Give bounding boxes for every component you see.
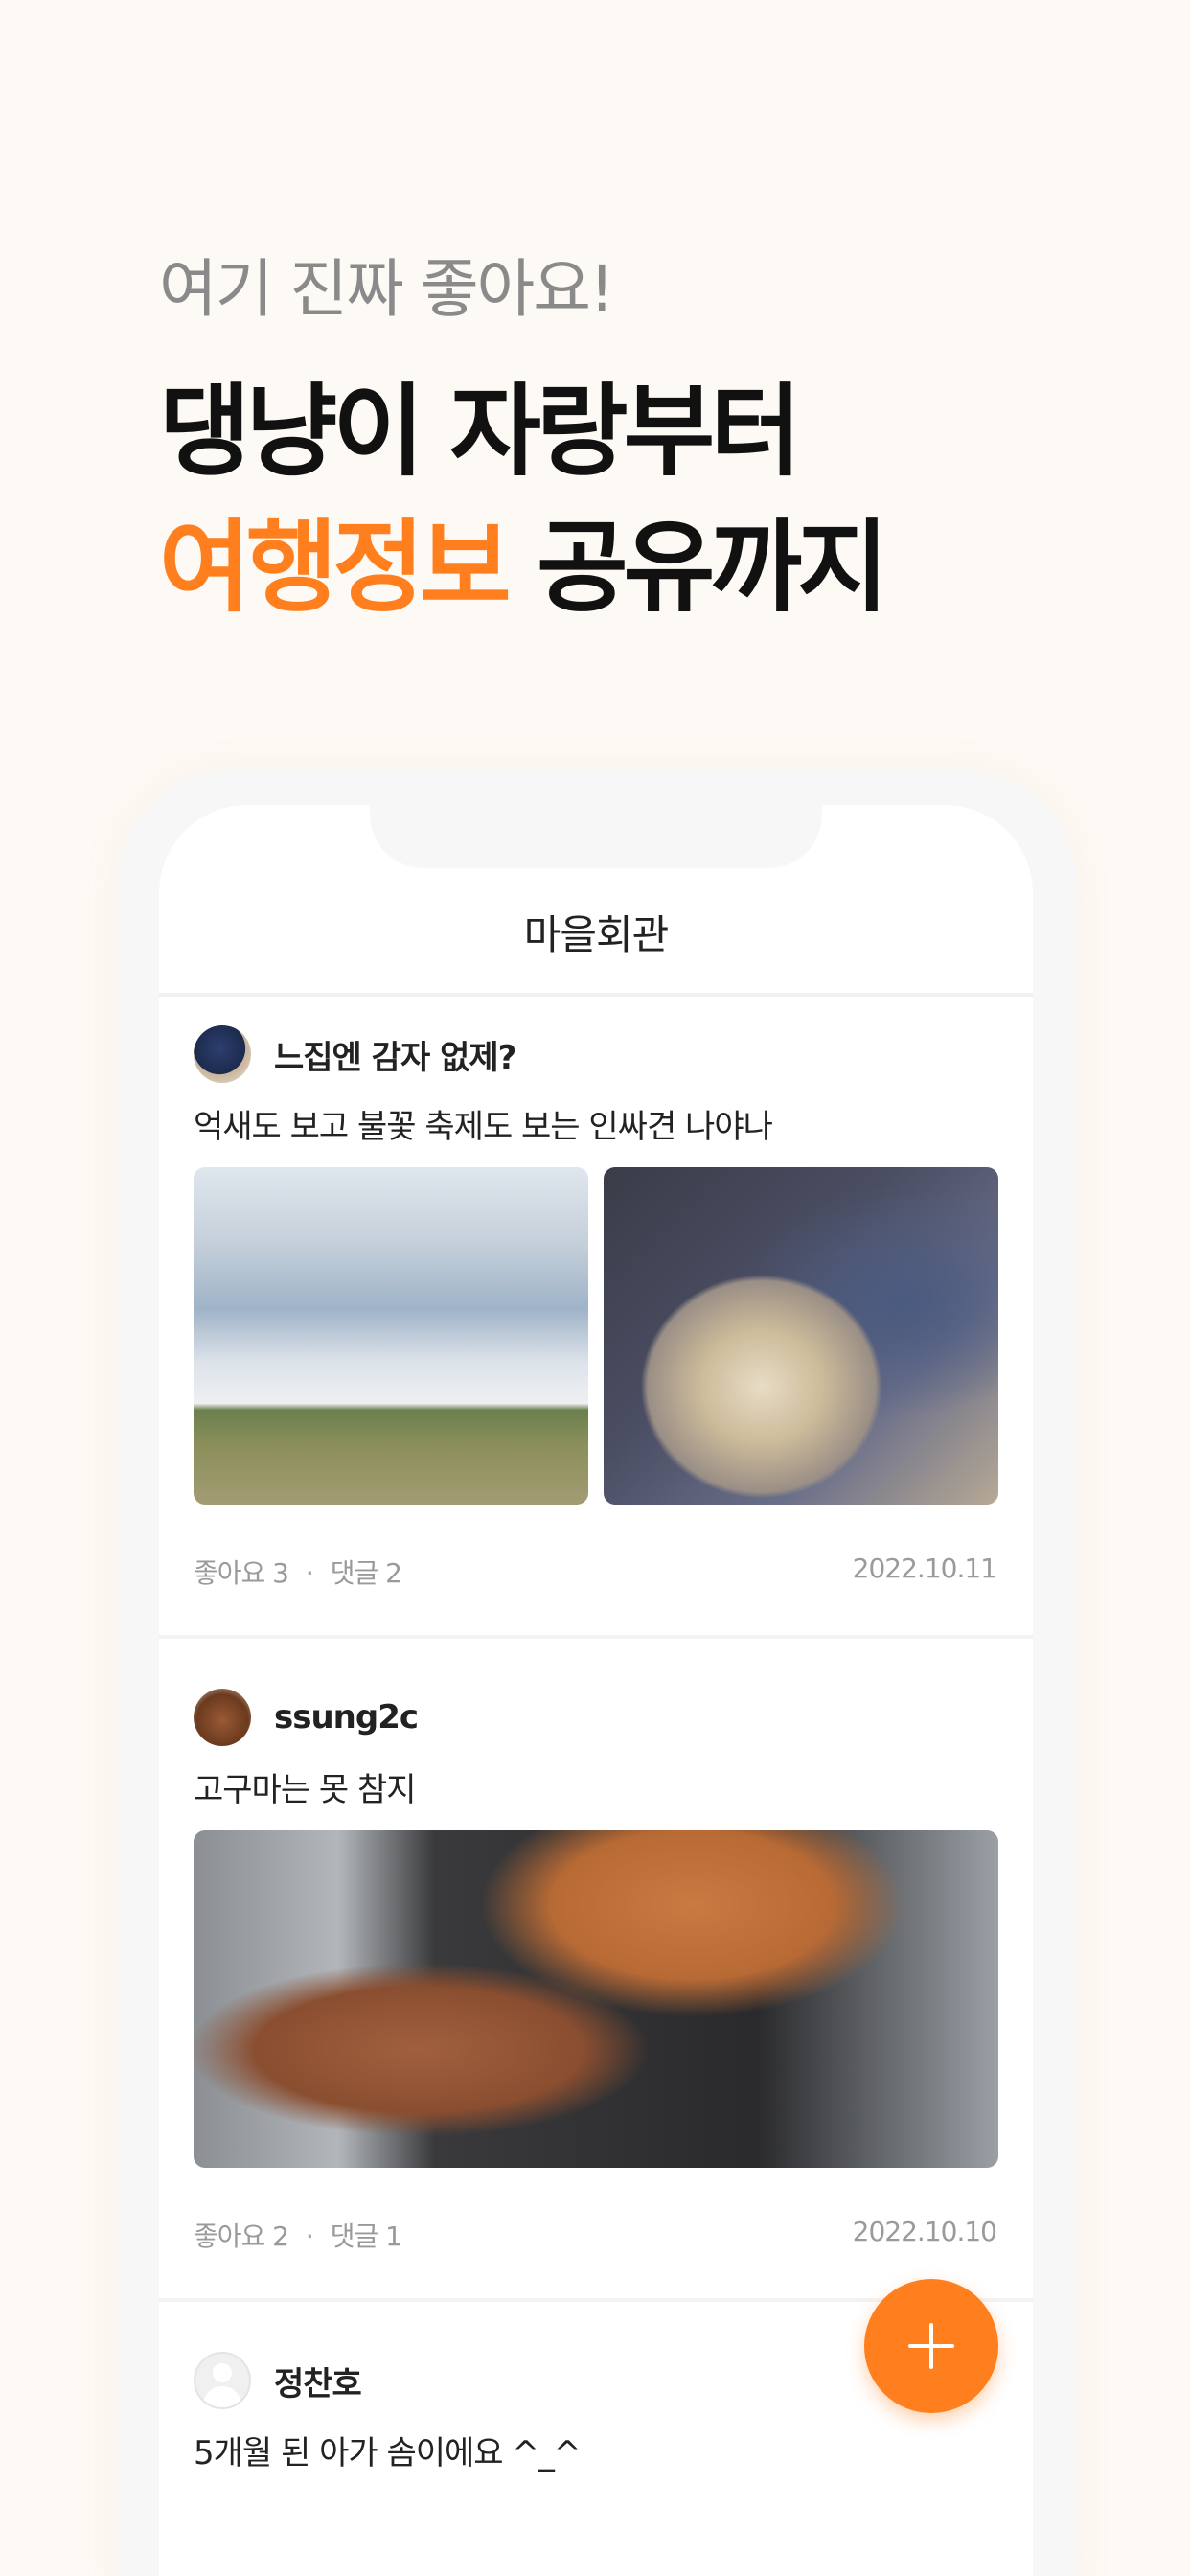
plus-icon <box>908 2323 954 2369</box>
post-header[interactable]: 느집엔 감자 없제? <box>194 1025 516 1083</box>
intro-headline-rest: 공유까지 <box>536 509 889 626</box>
meta-separator: · <box>305 1557 314 1589</box>
avatar[interactable] <box>194 1689 251 1746</box>
intro-subtitle: 여기 진짜 좋아요! <box>159 252 614 326</box>
post-username[interactable]: ssung2c <box>274 1698 419 1736</box>
comments-count[interactable]: 댓글 2 <box>331 1557 402 1589</box>
post-header[interactable]: ssung2c <box>194 1689 419 1746</box>
post-text: 억새도 보고 불꽃 축제도 보는 인싸견 나야나 <box>194 1108 773 1146</box>
phone-notch <box>370 805 822 868</box>
header-divider <box>159 993 1033 997</box>
post-divider <box>159 1635 1033 1639</box>
intro-headline-line1: 댕냥이 자랑부터 <box>159 373 802 490</box>
post-photo[interactable] <box>194 1167 588 1505</box>
intro-headline-accent: 여행정보 <box>159 509 512 626</box>
avatar[interactable] <box>194 1025 251 1083</box>
post-stats: 좋아요 3 · 댓글 2 <box>194 1552 402 1591</box>
post-date: 2022.10.10 <box>852 2216 997 2247</box>
likes-count[interactable]: 좋아요 2 <box>194 2220 289 2252</box>
post-username[interactable]: 정찬호 <box>274 2358 362 2404</box>
avatar[interactable] <box>194 2352 251 2409</box>
intro-headline-line2: 여행정보 공유까지 <box>159 518 889 617</box>
post-stats: 좋아요 2 · 댓글 1 <box>194 2216 402 2254</box>
post-username[interactable]: 느집엔 감자 없제? <box>274 1031 516 1078</box>
post-header[interactable]: 정찬호 <box>194 2352 362 2409</box>
add-post-button[interactable] <box>864 2279 998 2413</box>
comments-count[interactable]: 댓글 1 <box>331 2220 402 2252</box>
app-title: 마을회관 <box>523 911 670 958</box>
post-date: 2022.10.11 <box>852 1552 997 1584</box>
post-photo[interactable] <box>604 1167 998 1505</box>
likes-count[interactable]: 좋아요 3 <box>194 1557 289 1589</box>
meta-separator: · <box>305 2220 314 2252</box>
post-text: 5개월 된 아가 솜이에요 ^_^ <box>194 2434 581 2472</box>
post-photo[interactable] <box>194 1830 998 2168</box>
post-text: 고구마는 못 참지 <box>194 1771 417 1809</box>
